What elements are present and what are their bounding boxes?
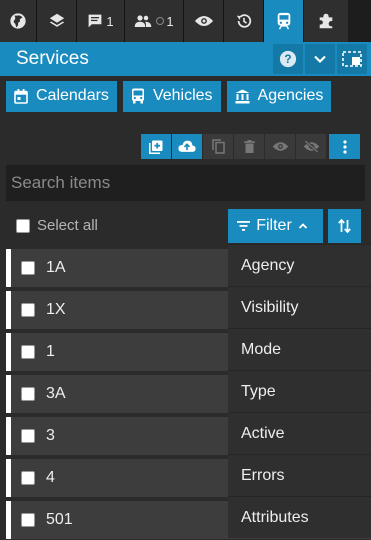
filter-dropdown-menu: Agency Visibility Mode Type Active Error…	[228, 244, 371, 538]
page-title: Services	[16, 48, 89, 69]
sort-icon	[338, 218, 351, 234]
item-label: 501	[46, 511, 73, 528]
delete-icon	[243, 140, 255, 153]
item-label: 1	[46, 343, 55, 360]
presence-dot-icon	[156, 17, 165, 25]
copy-icon	[211, 139, 225, 154]
upload-button[interactable]	[172, 134, 203, 159]
agencies-label: Agencies	[257, 87, 324, 104]
main-tab-bar: 1 1	[0, 0, 371, 42]
row-checkbox[interactable]	[21, 345, 35, 359]
filter-option-mode[interactable]: Mode	[228, 328, 371, 370]
filter-option-attributes[interactable]: Attributes	[228, 496, 371, 538]
copy-button[interactable]	[203, 134, 234, 159]
help-button[interactable]: ?	[273, 44, 303, 74]
sub-tab-bar: Calendars Vehicles Agencies	[0, 76, 371, 116]
show-icon	[272, 142, 288, 151]
tab-history[interactable]	[224, 0, 264, 42]
row-checkbox[interactable]	[21, 513, 35, 527]
row-checkbox[interactable]	[21, 303, 35, 317]
more-options-button[interactable]	[329, 134, 360, 159]
chevron-up-icon	[298, 223, 307, 229]
tab-comments[interactable]: 1	[77, 0, 125, 42]
services-panel: 1 1 Services ? Calendars Vehicles Agenci…	[0, 0, 371, 540]
sort-button[interactable]	[328, 209, 361, 243]
agencies-button[interactable]: Agencies	[226, 80, 332, 112]
more-icon	[342, 139, 347, 154]
row-checkbox[interactable]	[21, 429, 35, 443]
filter-option-agency[interactable]: Agency	[228, 244, 371, 286]
chat-icon	[88, 14, 102, 28]
filter-icon	[237, 221, 251, 231]
window-icon	[342, 51, 362, 67]
filter-option-errors[interactable]: Errors	[228, 454, 371, 496]
train-icon	[277, 12, 290, 30]
panel-header: Services ?	[0, 42, 371, 76]
puzzle-icon	[319, 13, 333, 29]
tab-plugins[interactable]	[304, 0, 348, 42]
users-count: 1	[166, 13, 174, 29]
hide-icon	[303, 140, 319, 153]
collapse-button[interactable]	[305, 44, 335, 74]
calendar-icon	[14, 88, 28, 104]
delete-button[interactable]	[234, 134, 265, 159]
calendars-label: Calendars	[36, 87, 109, 104]
filter-label: Filter	[256, 217, 292, 234]
checkbox-icon[interactable]	[16, 218, 30, 233]
filter-option-active[interactable]: Active	[228, 412, 371, 454]
layers-icon	[49, 13, 64, 27]
bus-icon	[131, 88, 144, 104]
vehicles-label: Vehicles	[152, 87, 213, 104]
item-label: 4	[46, 469, 55, 486]
item-label: 1X	[46, 301, 66, 318]
filter-button[interactable]: Filter	[228, 209, 323, 243]
tab-view[interactable]	[184, 0, 224, 42]
upload-icon	[178, 140, 196, 152]
item-toolbar	[141, 134, 360, 159]
add-icon	[149, 140, 163, 154]
tab-users[interactable]: 1	[125, 0, 184, 42]
item-label: 1A	[46, 259, 66, 276]
calendars-button[interactable]: Calendars	[6, 80, 117, 112]
hide-button[interactable]	[296, 134, 327, 159]
show-button[interactable]	[265, 134, 296, 159]
tab-layers[interactable]	[37, 0, 77, 42]
row-checkbox[interactable]	[21, 471, 35, 485]
item-label: 3	[46, 427, 55, 444]
svg-text:?: ?	[284, 53, 291, 66]
search-input[interactable]	[6, 165, 365, 201]
row-checkbox[interactable]	[21, 261, 35, 275]
select-all-label: Select all	[37, 217, 98, 234]
users-icon	[135, 15, 152, 27]
globe-icon	[10, 13, 26, 29]
filter-option-type[interactable]: Type	[228, 370, 371, 412]
help-icon: ?	[279, 50, 297, 68]
comments-count: 1	[106, 13, 114, 29]
window-button[interactable]	[337, 44, 367, 74]
vehicles-button[interactable]: Vehicles	[122, 80, 221, 112]
select-all-checkbox[interactable]: Select all	[16, 217, 98, 234]
filter-option-visibility[interactable]: Visibility	[228, 286, 371, 328]
eye-icon	[194, 16, 213, 26]
tab-map[interactable]	[0, 0, 37, 42]
add-item-button[interactable]	[141, 134, 172, 159]
row-checkbox[interactable]	[21, 387, 35, 401]
chevron-down-icon	[314, 55, 326, 64]
history-icon	[236, 14, 251, 28]
tab-services[interactable]	[264, 0, 304, 42]
item-label: 3A	[46, 385, 66, 402]
bank-icon	[235, 89, 250, 103]
